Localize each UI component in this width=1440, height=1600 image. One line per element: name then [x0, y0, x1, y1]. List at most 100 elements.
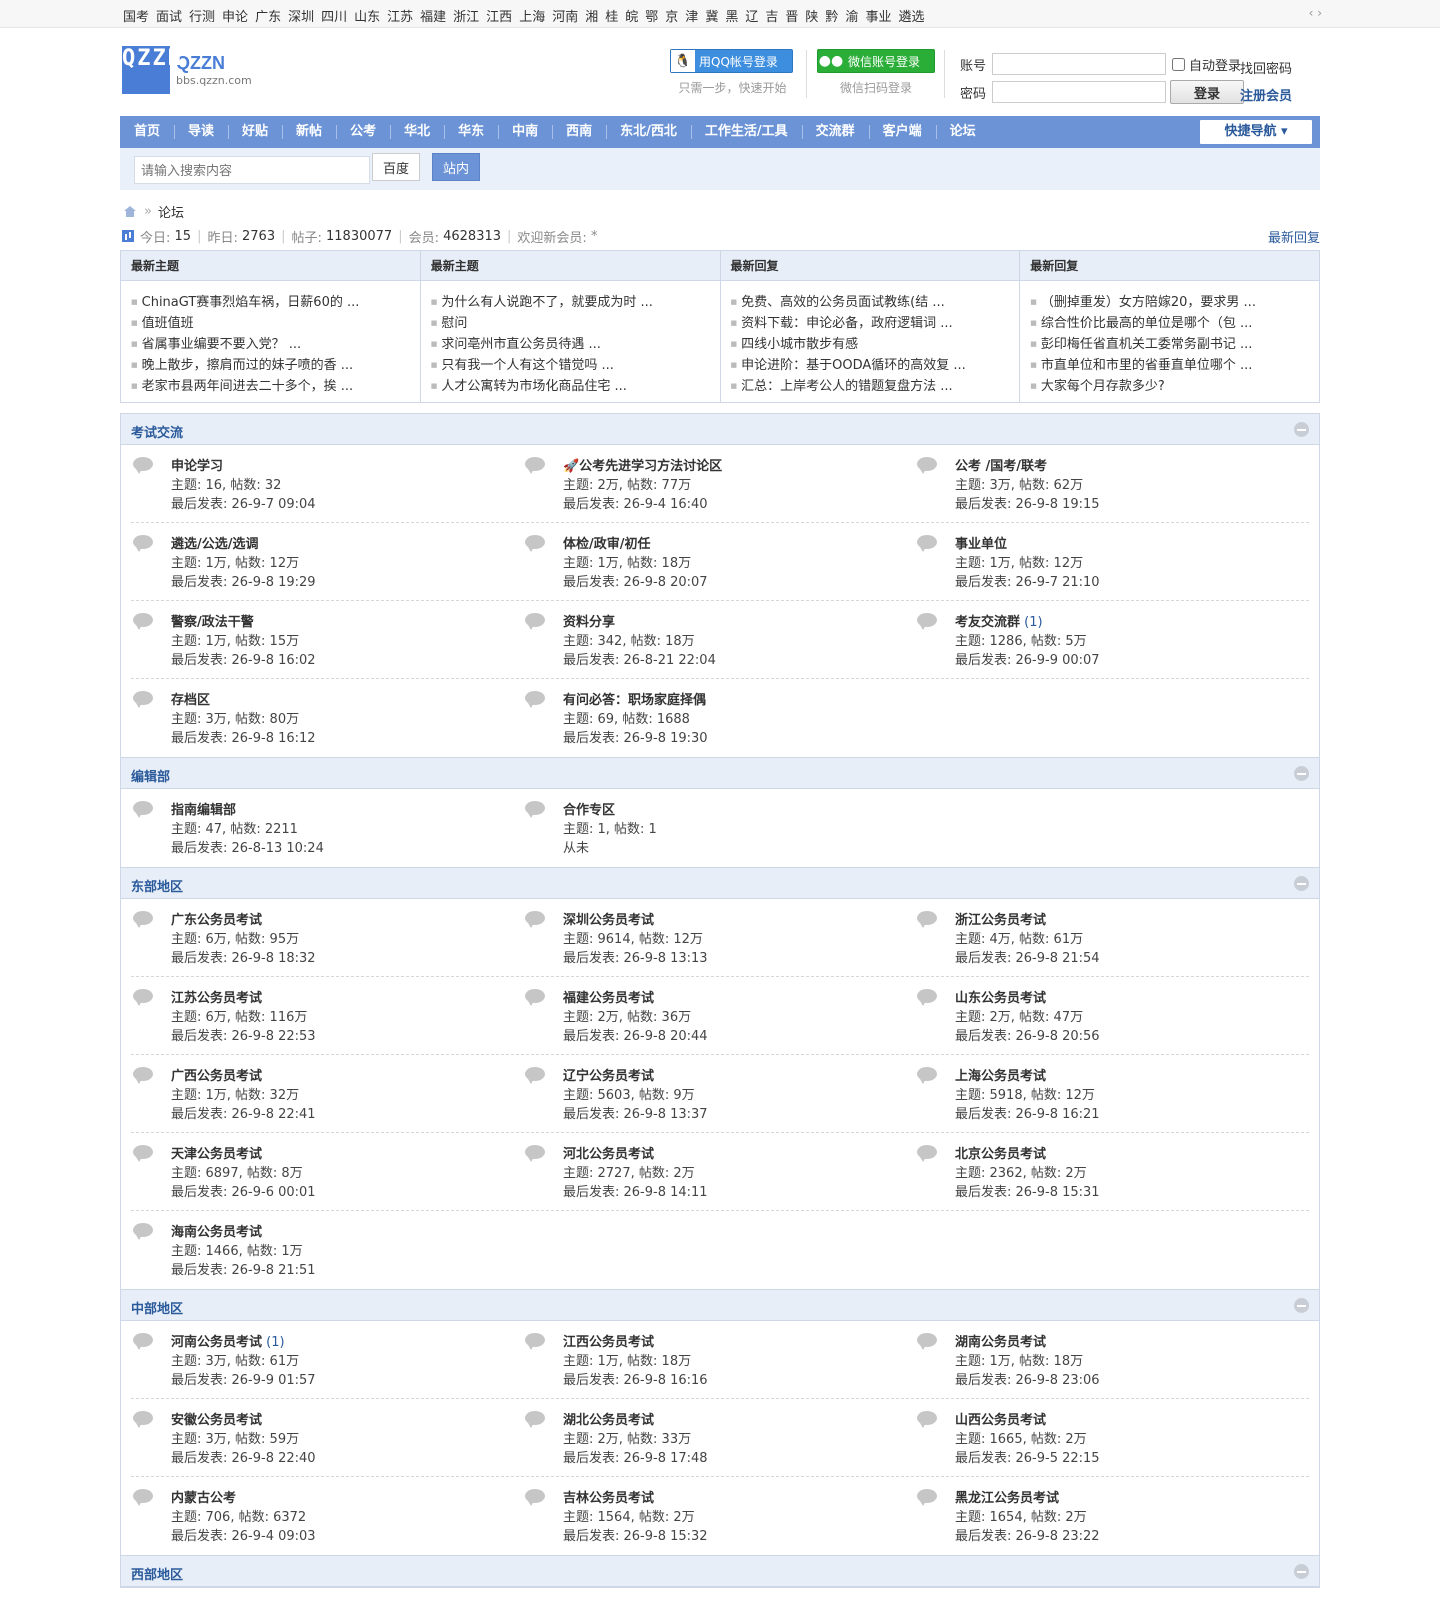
nav-item[interactable]: 华北 [390, 116, 444, 148]
forum-group-title[interactable]: 东部地区 [131, 876, 183, 895]
forum-last-post[interactable]: 最后发表: 26-9-8 15:31 [955, 1183, 1307, 1202]
hot-thread-link[interactable]: 老家市县两年间进去二十多个，挨 ... [131, 375, 420, 396]
forum-name-link[interactable]: 江苏公务员考试 [171, 991, 262, 1006]
hot-thread-link[interactable]: 申论进阶：基于OODA循环的高效复 ... [731, 354, 1020, 375]
forum-name-link[interactable]: 山西公务员考试 [955, 1413, 1046, 1428]
forum-last-post[interactable]: 最后发表: 26-9-8 16:12 [171, 729, 523, 748]
forum-last-post[interactable]: 最后发表: 26-9-8 14:11 [563, 1183, 915, 1202]
region-link[interactable]: 冀 [705, 10, 718, 25]
region-link[interactable]: 辽 [745, 10, 758, 25]
forum-name-link[interactable]: 遴选/公选/选调 [171, 537, 259, 552]
forum-group-title[interactable]: 考试交流 [131, 422, 183, 441]
forum-name-link[interactable]: 申论学习 [171, 459, 223, 474]
forum-name-link[interactable]: 合作专区 [563, 803, 615, 818]
forum-name-link[interactable]: 广东公务员考试 [171, 913, 262, 928]
forum-last-post[interactable]: 从未 [563, 839, 915, 858]
region-link[interactable]: 皖 [625, 10, 638, 25]
forum-last-post[interactable]: 最后发表: 26-9-8 19:30 [563, 729, 915, 748]
hot-thread-link[interactable]: 免费、高效的公务员面试教练(结 ... [731, 291, 1020, 312]
qq-login-button[interactable]: 🐧 用QQ帐号登录 [670, 49, 793, 73]
forum-name-link[interactable]: 江西公务员考试 [563, 1335, 654, 1350]
forum-name-link[interactable]: 浙江公务员考试 [955, 913, 1046, 928]
region-link[interactable]: 浙江 [453, 10, 479, 25]
password-input[interactable] [992, 81, 1166, 103]
forum-last-post[interactable]: 最后发表: 26-9-4 09:03 [171, 1527, 523, 1546]
forum-last-post[interactable]: 最后发表: 26-9-6 00:01 [171, 1183, 523, 1202]
region-link[interactable]: 面试 [156, 10, 182, 25]
find-password-link[interactable]: 找回密码 [1240, 58, 1292, 77]
region-link[interactable]: 渝 [845, 10, 858, 25]
region-link[interactable]: 晋 [785, 10, 798, 25]
hot-thread-link[interactable]: 四线小城市散步有感 [731, 333, 1020, 354]
region-link[interactable]: 申论 [222, 10, 248, 25]
collapse-icon[interactable] [1294, 1298, 1309, 1313]
latest-reply-link[interactable]: 最新回复 [1268, 227, 1320, 246]
forum-last-post[interactable]: 最后发表: 26-9-7 09:04 [171, 495, 523, 514]
nav-item[interactable]: 论坛 [935, 116, 990, 148]
forum-last-post[interactable]: 最后发表: 26-9-8 19:15 [955, 495, 1307, 514]
forum-last-post[interactable]: 最后发表: 26-9-8 22:53 [171, 1027, 523, 1046]
forum-name-link[interactable]: 公考 /国考/联考 [955, 459, 1047, 474]
site-search-button[interactable]: 站内 [432, 153, 480, 181]
forum-name-link[interactable]: 警察/政法干警 [171, 615, 254, 630]
hot-thread-link[interactable]: 资料下载：申论必备，政府逻辑词 ... [731, 312, 1020, 333]
forum-last-post[interactable]: 最后发表: 26-9-8 16:16 [563, 1371, 915, 1390]
hot-thread-link[interactable]: 市直单位和市里的省垂直单位哪个 ... [1030, 354, 1319, 375]
nav-item[interactable]: 东北/西北 [606, 116, 691, 148]
hot-thread-link[interactable]: 汇总：上岸考公人的错题复盘方法 ... [731, 375, 1020, 396]
nav-item[interactable]: 华东 [444, 116, 498, 148]
newest-member[interactable]: * [591, 229, 598, 244]
forum-name-link[interactable]: 🚀公考先进学习方法讨论区 [563, 459, 722, 474]
region-link[interactable]: 桂 [605, 10, 618, 25]
forum-last-post[interactable]: 最后发表: 26-9-9 01:57 [171, 1371, 523, 1390]
forum-last-post[interactable]: 最后发表: 26-9-8 13:13 [563, 949, 915, 968]
forum-last-post[interactable]: 最后发表: 26-9-9 00:07 [955, 651, 1307, 670]
region-link[interactable]: 黑 [725, 10, 738, 25]
region-link[interactable]: 津 [685, 10, 698, 25]
forum-name-link[interactable]: 海南公务员考试 [171, 1225, 262, 1240]
region-link[interactable]: 国考 [123, 10, 149, 25]
forum-last-post[interactable]: 最后发表: 26-9-8 23:22 [955, 1527, 1307, 1546]
region-link[interactable]: 福建 [420, 10, 446, 25]
forum-name-link[interactable]: 内蒙古公考 [171, 1491, 236, 1506]
forum-name-link[interactable]: 福建公务员考试 [563, 991, 654, 1006]
region-link[interactable]: 行测 [189, 10, 215, 25]
forum-group-title[interactable]: 西部地区 [131, 1564, 183, 1583]
forum-name-link[interactable]: 深圳公务员考试 [563, 913, 654, 928]
forum-last-post[interactable]: 最后发表: 26-9-8 22:41 [171, 1105, 523, 1124]
nav-item[interactable]: 导读 [174, 116, 228, 148]
forum-group-title[interactable]: 中部地区 [131, 1298, 183, 1317]
collapse-icon[interactable] [1294, 766, 1309, 781]
region-link[interactable]: 遴选 [898, 10, 924, 25]
account-input[interactable] [992, 53, 1166, 75]
auto-login-check[interactable] [1172, 57, 1185, 71]
forum-last-post[interactable]: 最后发表: 26-9-8 23:06 [955, 1371, 1307, 1390]
forum-name-link[interactable]: 上海公务员考试 [955, 1069, 1046, 1084]
forum-name-link[interactable]: 体检/政审/初任 [563, 537, 651, 552]
region-link[interactable]: 山东 [354, 10, 380, 25]
forum-last-post[interactable]: 最后发表: 26-9-8 19:29 [171, 573, 523, 592]
nav-item[interactable]: 新帖 [282, 116, 336, 148]
hot-thread-link[interactable]: 人才公寓转为市场化商品住宅 ... [431, 375, 720, 396]
forum-name-link[interactable]: 有问必答：职场家庭择偶 [563, 693, 706, 708]
region-link[interactable]: 上海 [519, 10, 545, 25]
forum-name-link[interactable]: 吉林公务员考试 [563, 1491, 654, 1506]
forum-last-post[interactable]: 最后发表: 26-9-8 15:32 [563, 1527, 915, 1546]
topbar-scroll-arrows[interactable]: ‹ › [1309, 6, 1322, 20]
region-link[interactable]: 江苏 [387, 10, 413, 25]
forum-name-link[interactable]: 湖北公务员考试 [563, 1413, 654, 1428]
forum-name-link[interactable]: 黑龙江公务员考试 [955, 1491, 1059, 1506]
region-link[interactable]: 黔 [825, 10, 838, 25]
forum-name-link[interactable]: 存档区 [171, 693, 210, 708]
hot-thread-link[interactable]: 晚上散步，擦肩而过的妹子喷的香 ... [131, 354, 420, 375]
hot-thread-link[interactable]: 只有我一个人有这个错觉吗 ... [431, 354, 720, 375]
region-link[interactable]: 鄂 [645, 10, 658, 25]
forum-name-link[interactable]: 安徽公务员考试 [171, 1413, 262, 1428]
forum-last-post[interactable]: 最后发表: 26-9-8 20:44 [563, 1027, 915, 1046]
forum-name-link[interactable]: 天津公务员考试 [171, 1147, 262, 1162]
forum-last-post[interactable]: 最后发表: 26-9-8 22:40 [171, 1449, 523, 1468]
collapse-icon[interactable] [1294, 422, 1309, 437]
site-logo[interactable]: QZZN QZZN bbs.qzzn.com [122, 46, 252, 94]
register-link[interactable]: 注册会员 [1240, 85, 1292, 104]
region-link[interactable]: 深圳 [288, 10, 314, 25]
